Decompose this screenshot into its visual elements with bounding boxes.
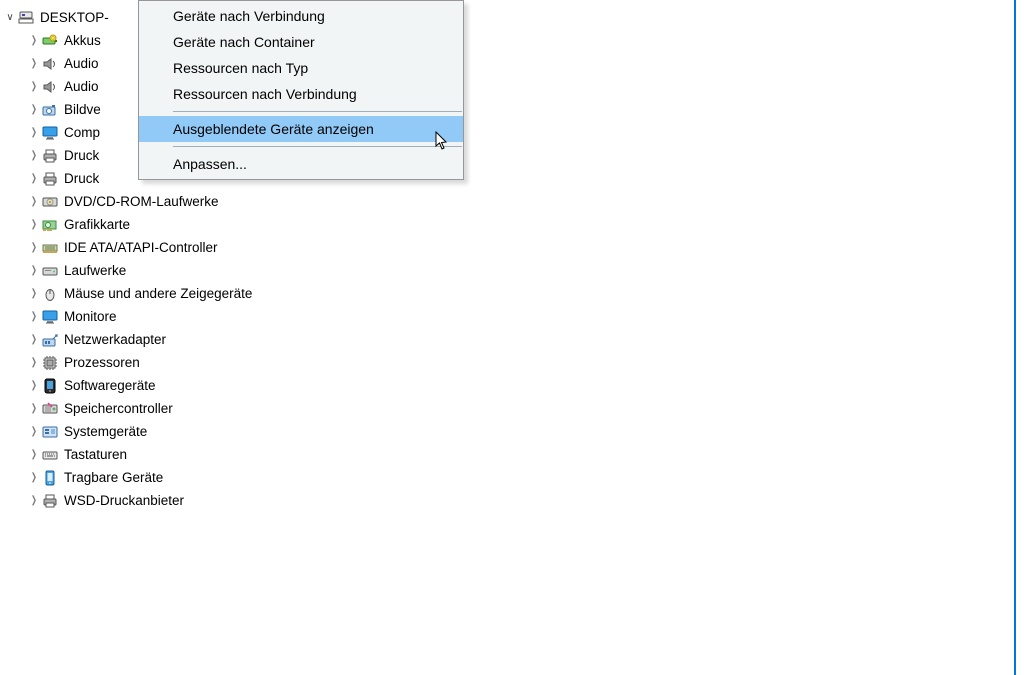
- portable-icon: [42, 470, 58, 486]
- tree-item[interactable]: ❯ Softwaregeräte: [4, 374, 252, 397]
- tree-item-label: Druck: [64, 167, 99, 190]
- tree-root-label: DESKTOP-: [40, 6, 109, 29]
- network-icon: [42, 332, 58, 348]
- menu-item-devices-by-connection[interactable]: Geräte nach Verbindung: [139, 3, 463, 29]
- tree-item-label: Bildve: [64, 98, 101, 121]
- tree-item[interactable]: ❯ IDE ATA/ATAPI-Controller: [4, 236, 252, 259]
- computer-icon: [18, 10, 34, 26]
- expand-toggle-icon[interactable]: ❯: [30, 282, 38, 305]
- tree-item-label: Tastaturen: [64, 443, 127, 466]
- tree-item[interactable]: ❯ Tastaturen: [4, 443, 252, 466]
- tree-item-label: Speichercontroller: [64, 397, 173, 420]
- expand-toggle-icon[interactable]: ❯: [30, 190, 38, 213]
- menu-item-show-hidden-devices[interactable]: Ausgeblendete Geräte anzeigen: [139, 116, 463, 142]
- storage-icon: [42, 401, 58, 417]
- tree-item[interactable]: ❯ Grafikkarte: [4, 213, 252, 236]
- tree-item-label: Softwaregeräte: [64, 374, 156, 397]
- expand-toggle-icon[interactable]: ❯: [30, 443, 38, 466]
- cpu-icon: [42, 355, 58, 371]
- monitor-icon: [42, 125, 58, 141]
- menu-item-label: Geräte nach Container: [173, 34, 315, 50]
- expand-toggle-icon[interactable]: ❯: [30, 29, 38, 52]
- printer-icon: [42, 148, 58, 164]
- tree-item-label: Comp: [64, 121, 100, 144]
- camera-icon: [42, 102, 58, 118]
- expand-toggle-icon[interactable]: ❯: [30, 420, 38, 443]
- menu-item-label: Geräte nach Verbindung: [173, 8, 325, 24]
- tree-item[interactable]: ❯ Speichercontroller: [4, 397, 252, 420]
- tree-item-label: Mäuse und andere Zeigegeräte: [64, 282, 252, 305]
- tree-item-label: Audio: [64, 52, 99, 75]
- expand-toggle-icon[interactable]: ❯: [30, 466, 38, 489]
- printer-icon: [42, 171, 58, 187]
- expand-toggle-icon[interactable]: ❯: [30, 167, 38, 190]
- gpu-icon: [42, 217, 58, 233]
- tree-item-label: Grafikkarte: [64, 213, 130, 236]
- tree-item-label: Prozessoren: [64, 351, 140, 374]
- tree-item-label: WSD-Druckanbieter: [64, 489, 184, 512]
- tree-item-label: DVD/CD-ROM-Laufwerke: [64, 190, 219, 213]
- menu-item-devices-by-container[interactable]: Geräte nach Container: [139, 29, 463, 55]
- expand-toggle-icon[interactable]: ❯: [30, 489, 38, 512]
- expand-toggle-icon[interactable]: ❯: [30, 305, 38, 328]
- tree-item-label: IDE ATA/ATAPI-Controller: [64, 236, 218, 259]
- keyboard-icon: [42, 447, 58, 463]
- expand-toggle-icon[interactable]: ❯: [30, 144, 38, 167]
- tree-item-label: Netzwerkadapter: [64, 328, 166, 351]
- menu-item-resources-by-type[interactable]: Ressourcen nach Typ: [139, 55, 463, 81]
- tree-item[interactable]: ❯ Tragbare Geräte: [4, 466, 252, 489]
- expand-toggle-icon[interactable]: ❯: [30, 52, 38, 75]
- software-icon: [42, 378, 58, 394]
- expand-toggle-icon[interactable]: ❯: [30, 236, 38, 259]
- tree-item-label: Monitore: [64, 305, 117, 328]
- tree-item[interactable]: ❯ Laufwerke: [4, 259, 252, 282]
- tree-item[interactable]: ❯ Prozessoren: [4, 351, 252, 374]
- tree-item[interactable]: ❯ DVD/CD-ROM-Laufwerke: [4, 190, 252, 213]
- menu-item-customize[interactable]: Anpassen...: [139, 151, 463, 177]
- tree-item-label: Akkus: [64, 29, 101, 52]
- system-icon: [42, 424, 58, 440]
- monitor-icon: [42, 309, 58, 325]
- menu-item-label: Ressourcen nach Typ: [173, 60, 308, 76]
- expand-toggle-icon[interactable]: ❯: [30, 75, 38, 98]
- tree-item-label: Druck: [64, 144, 99, 167]
- menu-item-label: Anpassen...: [173, 156, 247, 172]
- tree-item[interactable]: ❯ WSD-Druckanbieter: [4, 489, 252, 512]
- printer-icon: [42, 493, 58, 509]
- audio-icon: [42, 79, 58, 95]
- menu-item-label: Ausgeblendete Geräte anzeigen: [173, 121, 374, 137]
- menu-item-label: Ressourcen nach Verbindung: [173, 86, 357, 102]
- tree-item[interactable]: ❯ Systemgeräte: [4, 420, 252, 443]
- menu-separator: [173, 111, 462, 112]
- expand-toggle-icon[interactable]: ❯: [30, 374, 38, 397]
- context-menu: Geräte nach Verbindung Geräte nach Conta…: [138, 0, 464, 180]
- expand-toggle-icon[interactable]: ❯: [30, 397, 38, 420]
- expand-toggle-icon[interactable]: ∨: [4, 6, 16, 29]
- tree-item-label: Tragbare Geräte: [64, 466, 163, 489]
- menu-item-resources-by-connection[interactable]: Ressourcen nach Verbindung: [139, 81, 463, 107]
- tree-item[interactable]: ❯ Mäuse und andere Zeigegeräte: [4, 282, 252, 305]
- menu-separator: [173, 146, 462, 147]
- drive-icon: [42, 263, 58, 279]
- tree-item[interactable]: ❯ Monitore: [4, 305, 252, 328]
- expand-toggle-icon[interactable]: ❯: [30, 121, 38, 144]
- dvd-icon: [42, 194, 58, 210]
- tree-item-label: Audio: [64, 75, 99, 98]
- battery-icon: [42, 33, 58, 49]
- tree-item-label: Laufwerke: [64, 259, 126, 282]
- tree-item-label: Systemgeräte: [64, 420, 147, 443]
- tree-item[interactable]: ❯ Netzwerkadapter: [4, 328, 252, 351]
- audio-icon: [42, 56, 58, 72]
- expand-toggle-icon[interactable]: ❯: [30, 259, 38, 282]
- expand-toggle-icon[interactable]: ❯: [30, 213, 38, 236]
- expand-toggle-icon[interactable]: ❯: [30, 98, 38, 121]
- ide-icon: [42, 240, 58, 256]
- mouse-icon: [42, 286, 58, 302]
- expand-toggle-icon[interactable]: ❯: [30, 328, 38, 351]
- expand-toggle-icon[interactable]: ❯: [30, 351, 38, 374]
